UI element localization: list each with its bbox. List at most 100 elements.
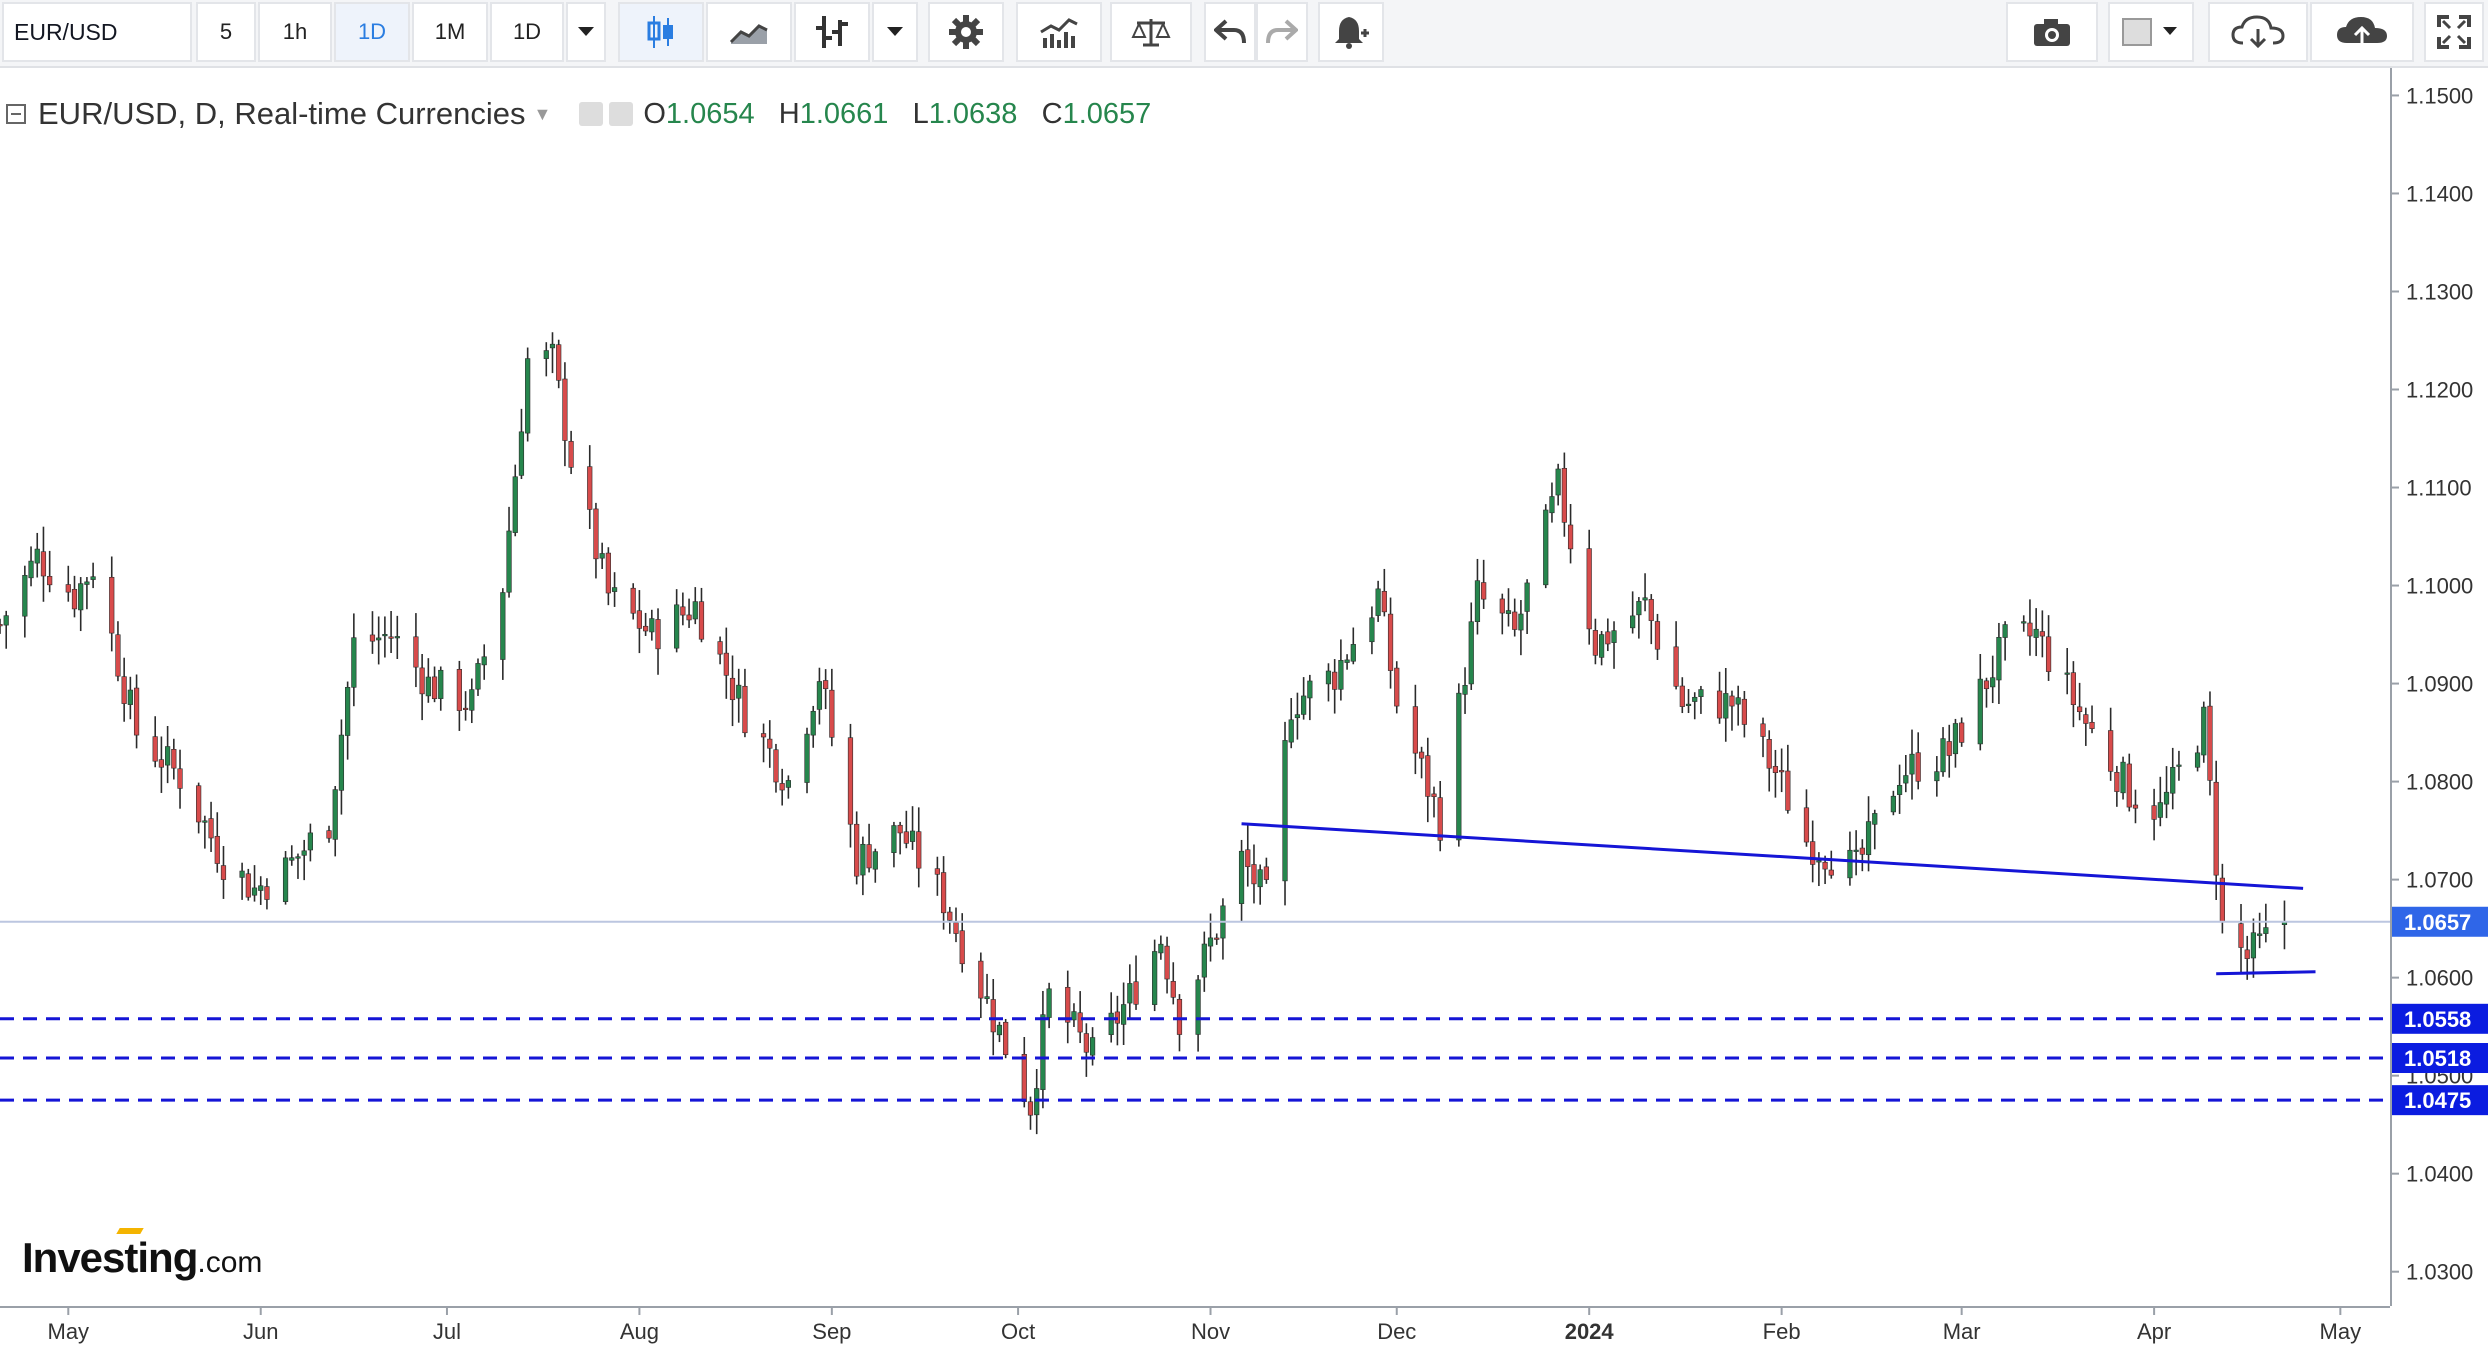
candle-body: [382, 634, 388, 637]
alert-button[interactable]: [1318, 2, 1384, 62]
candle-body: [1238, 850, 1245, 904]
candle-body: [1375, 588, 1381, 616]
undo-button[interactable]: [1204, 2, 1256, 62]
candle-body: [630, 587, 636, 614]
snapshot-button[interactable]: [2006, 2, 2098, 62]
indicators-button[interactable]: [1016, 2, 1102, 62]
candle-up: [1375, 580, 1381, 622]
interval-1m-button[interactable]: 1M: [412, 2, 488, 62]
candle-body: [1983, 680, 1990, 690]
candle-down: [1946, 724, 1952, 778]
price-axis[interactable]: 1.03001.04001.05001.06001.07001.08001.09…: [2390, 68, 2488, 1306]
visibility-icon[interactable]: [579, 102, 604, 126]
background-color-button[interactable]: [2108, 2, 2194, 62]
candle-up: [282, 851, 289, 905]
candle-body: [1915, 752, 1921, 782]
candle-body: [1816, 860, 1822, 863]
price-tick-label: 1.1300: [2406, 279, 2473, 304]
candle-body: [1474, 580, 1481, 622]
candle-body: [1810, 841, 1816, 865]
load-chart-button[interactable]: [2208, 2, 2308, 62]
candle-body: [326, 830, 332, 839]
candle-up: [1934, 756, 1940, 797]
candle-body: [2045, 636, 2052, 672]
candle-body: [196, 785, 202, 823]
candle-down: [556, 339, 562, 389]
candle-body: [1133, 981, 1139, 1005]
candle-body: [636, 610, 643, 629]
candle-down: [2219, 863, 2225, 934]
candle-down: [1425, 737, 1431, 823]
candle-body: [2176, 764, 2182, 767]
candle-body: [127, 689, 133, 705]
area-chart-type-button[interactable]: [706, 2, 792, 62]
redo-button[interactable]: [1256, 2, 1308, 62]
candle-body: [1685, 703, 1692, 706]
candle-down: [1481, 559, 1487, 609]
candle-body: [1152, 951, 1158, 1005]
settings-small-icon[interactable]: [609, 102, 634, 126]
chevron-down-icon: [887, 27, 903, 36]
collapse-legend-icon[interactable]: [6, 104, 26, 124]
interval-favorite-button[interactable]: 1D: [490, 2, 564, 62]
interval-dropdown-button[interactable]: [566, 2, 606, 62]
time-tick-label: Sep: [812, 1319, 851, 1344]
settings-button[interactable]: [928, 2, 1004, 62]
bars-chart-type-button[interactable]: [794, 2, 870, 62]
candle-up: [1294, 692, 1301, 740]
candle-up: [1127, 964, 1133, 1020]
fullscreen-button[interactable]: [2424, 2, 2484, 62]
candle-body: [549, 343, 556, 349]
candle-up: [394, 615, 400, 660]
time-tick-label: Jun: [243, 1319, 278, 1344]
candle-body: [0, 624, 3, 627]
chevron-down-icon: [578, 27, 594, 36]
candle-down: [1561, 452, 1567, 537]
candle-body: [717, 641, 723, 655]
candle-body: [1251, 864, 1257, 885]
time-axis[interactable]: May Jun Jul Aug Sep Oct Nov Dec 2024 Feb Mar Apr May: [0, 1306, 2390, 1352]
candle-body: [605, 552, 611, 594]
candle-down: [605, 547, 611, 606]
candle-down: [2045, 615, 2052, 681]
price-chart[interactable]: [0, 68, 2390, 1306]
candle-body: [692, 601, 698, 620]
symbol-input[interactable]: EUR/USD: [2, 2, 192, 62]
candle-up: [1089, 1027, 1096, 1066]
candle-down: [2151, 788, 2157, 841]
candle-down: [1648, 594, 1654, 645]
candle-down: [1431, 786, 1437, 818]
candle-down: [264, 878, 270, 910]
caret-down-icon[interactable]: ▼: [534, 104, 552, 125]
candle-body: [1387, 613, 1394, 671]
compare-button[interactable]: [1110, 2, 1192, 62]
candle-body: [1307, 680, 1313, 699]
interval-5-button[interactable]: 5: [196, 2, 256, 62]
candle-body: [1952, 723, 1959, 755]
candle-body: [1344, 659, 1350, 663]
candle-body: [1462, 685, 1468, 695]
candle-up: [1325, 663, 1332, 702]
interval-1h-button[interactable]: 1h: [258, 2, 332, 62]
high-value: 1.0661: [799, 97, 889, 130]
candle-down: [773, 743, 779, 793]
save-chart-button[interactable]: [2310, 2, 2414, 62]
candle-body: [2151, 805, 2157, 820]
candle-body: [1164, 945, 1170, 980]
candle-up: [382, 616, 388, 658]
candle-body: [723, 652, 729, 676]
candle-body: [1282, 740, 1288, 882]
candle-body: [543, 350, 549, 359]
candle-up: [1685, 689, 1692, 714]
candle-body: [506, 530, 512, 593]
time-tick-label: Mar: [1943, 1319, 1981, 1344]
candle-body: [1698, 689, 1704, 697]
candlestick-icon: [647, 16, 673, 48]
candles-chart-type-button[interactable]: [618, 2, 704, 62]
interval-1d-button[interactable]: 1D: [334, 2, 410, 62]
candle-down: [897, 821, 903, 855]
price-tick-label: 1.1500: [2406, 83, 2473, 108]
candle-body: [2070, 672, 2077, 705]
chart-type-dropdown-button[interactable]: [872, 2, 918, 62]
candle-body: [258, 885, 264, 891]
